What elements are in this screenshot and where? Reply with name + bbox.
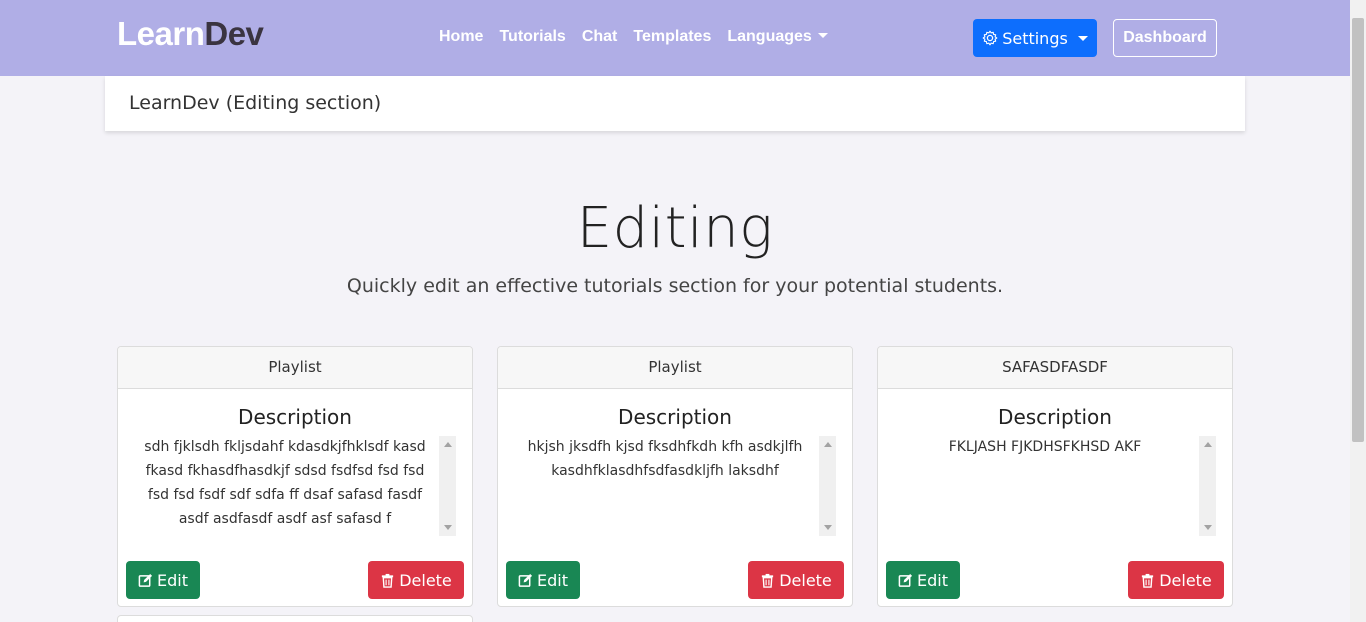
- nav-link-languages[interactable]: Languages: [719, 27, 835, 47]
- edit-icon: [138, 573, 153, 587]
- scroll-up-icon[interactable]: [444, 442, 452, 447]
- trash-icon: [762, 573, 774, 588]
- brand-part-dev: Dev: [204, 15, 264, 52]
- card-header: Playlist: [498, 347, 852, 389]
- chevron-down-icon: [817, 33, 828, 38]
- tutorial-card-partial: [117, 615, 473, 622]
- settings-button[interactable]: Settings: [973, 19, 1097, 57]
- tutorial-card: Playlist Description hkjsh jksdfh kjsd f…: [497, 346, 853, 607]
- section-header: LearnDev (Editing section): [105, 76, 1245, 131]
- delete-button[interactable]: Delete: [368, 561, 464, 599]
- card-scrollbar[interactable]: [439, 436, 456, 536]
- page-scrollbar[interactable]: [1350, 0, 1366, 622]
- edit-button[interactable]: Edit: [126, 561, 200, 599]
- card-description-text[interactable]: sdh fjklsdh fkljsdahf kdasdkjfhklsdf kas…: [134, 435, 456, 535]
- edit-button[interactable]: Edit: [506, 561, 580, 599]
- edit-label: Edit: [917, 570, 948, 590]
- nav-link-templates[interactable]: Templates: [625, 27, 719, 47]
- delete-label: Delete: [399, 570, 452, 590]
- edit-button[interactable]: Edit: [886, 561, 960, 599]
- trash-icon: [1142, 573, 1154, 588]
- edit-icon: [898, 573, 913, 587]
- edit-label: Edit: [157, 570, 188, 590]
- card-scrollbar[interactable]: [819, 436, 836, 536]
- nav-link-chat[interactable]: Chat: [574, 27, 626, 47]
- card-description-title: Description: [618, 405, 732, 429]
- card-description-text[interactable]: hkjsh jksdfh kjsd fksdhfkdh kfh asdkjlfh…: [514, 435, 836, 535]
- delete-button[interactable]: Delete: [748, 561, 844, 599]
- delete-label: Delete: [779, 570, 832, 590]
- nav-link-languages-label: Languages: [727, 28, 812, 45]
- card-description-title: Description: [238, 405, 352, 429]
- nav-link-home[interactable]: Home: [431, 27, 491, 47]
- navbar: LearnDev Home Tutorials Chat Templates L…: [0, 0, 1350, 76]
- edit-label: Edit: [537, 570, 568, 590]
- scroll-down-icon[interactable]: [444, 525, 452, 530]
- scroll-up-icon[interactable]: [824, 442, 832, 447]
- trash-icon: [382, 573, 394, 588]
- page-title: Editing: [576, 196, 774, 261]
- card-scrollbar[interactable]: [1199, 436, 1216, 536]
- card-description-title: Description: [998, 405, 1112, 429]
- nav-links: Home Tutorials Chat Templates Languages: [431, 27, 836, 47]
- dashboard-button[interactable]: Dashboard: [1113, 19, 1217, 57]
- settings-label: Settings: [1002, 28, 1068, 48]
- tutorial-card: SAFASDFASDF Description FKLJASH FJKDHSFK…: [877, 346, 1233, 607]
- card-description-text[interactable]: FKLJASH FJKDHSFKHSD AKF: [894, 435, 1216, 535]
- scroll-up-icon[interactable]: [1204, 442, 1212, 447]
- chevron-down-icon: [1077, 35, 1088, 41]
- scroll-down-icon[interactable]: [1204, 525, 1212, 530]
- nav-link-tutorials[interactable]: Tutorials: [491, 27, 573, 47]
- brand-part-learn: Learn: [117, 15, 205, 52]
- edit-icon: [518, 573, 533, 587]
- delete-button[interactable]: Delete: [1128, 561, 1224, 599]
- card-header: SAFASDFASDF: [878, 347, 1232, 389]
- section-title: LearnDev (Editing section): [129, 92, 382, 114]
- scroll-down-icon[interactable]: [824, 525, 832, 530]
- page-scrollbar-thumb[interactable]: [1352, 18, 1364, 442]
- gear-icon: [982, 30, 998, 46]
- brand-logo[interactable]: LearnDev: [117, 14, 264, 54]
- tutorial-card: Playlist Description sdh fjklsdh fkljsda…: [117, 346, 473, 607]
- card-header: Playlist: [118, 347, 472, 389]
- delete-label: Delete: [1159, 570, 1212, 590]
- page-subtitle: Quickly edit an effective tutorials sect…: [346, 275, 1004, 297]
